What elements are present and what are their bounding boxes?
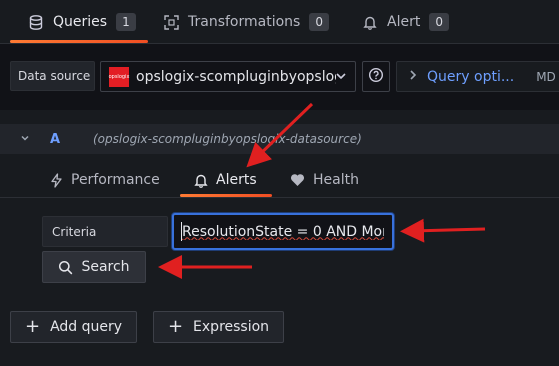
heart-icon — [290, 173, 305, 187]
chevron-down-icon — [335, 69, 347, 87]
tab-alert[interactable]: Alert 0 — [362, 0, 449, 44]
criteria-label: Criteria — [42, 216, 168, 247]
tab-transformations[interactable]: Transformations 0 — [163, 0, 329, 44]
expression-label: Expression — [193, 319, 270, 335]
datasource-selected: opslogix-scompluginbyopslogix-datasource — [136, 68, 336, 85]
active-tab-indicator — [10, 40, 148, 43]
subtab-alerts[interactable]: Alerts — [194, 164, 257, 196]
help-button[interactable] — [362, 61, 390, 92]
query-options-toggle[interactable]: Query opti... MD — [396, 61, 559, 92]
subtab-health-label: Health — [313, 172, 359, 188]
search-button[interactable]: Search — [42, 251, 146, 283]
bell-icon — [194, 173, 208, 188]
subtab-health[interactable]: Health — [290, 164, 359, 196]
query-datasource-name: (opslogix-scompluginbyopslogix-datasourc… — [93, 132, 362, 146]
tab-transformations-count: 0 — [309, 13, 329, 31]
opslogix-logo: opslogix — [109, 66, 129, 87]
plus-icon: + — [167, 316, 184, 337]
subtab-alerts-label: Alerts — [216, 172, 257, 188]
database-icon — [28, 14, 44, 30]
datasource-label: Data source — [10, 61, 95, 91]
chevron-down-icon[interactable] — [20, 132, 32, 147]
tab-queries-count: 1 — [116, 13, 136, 31]
transform-icon — [163, 14, 179, 30]
search-button-label: Search — [81, 259, 130, 275]
question-circle-icon — [368, 67, 384, 87]
bolt-icon — [50, 172, 63, 188]
search-icon — [58, 260, 73, 275]
text-caret — [181, 222, 182, 241]
datasource-picker[interactable]: opslogix opslogix-scompluginbyopslogix-d… — [100, 61, 356, 92]
subtab-divider — [0, 197, 559, 198]
tab-alert-label: Alert — [387, 14, 421, 30]
query-options-md: MD — [536, 69, 556, 84]
subtab-performance-label: Performance — [71, 172, 160, 188]
tab-queries-label: Queries — [53, 14, 108, 30]
plus-icon: + — [24, 316, 41, 337]
add-query-button[interactable]: + Add query — [10, 311, 137, 343]
add-query-label: Add query — [50, 319, 123, 335]
tab-alert-count: 0 — [429, 13, 449, 31]
query-row-header[interactable]: A (opslogix-scompluginbyopslogix-datasou… — [0, 124, 559, 154]
query-ref-id[interactable]: A — [50, 132, 90, 147]
chevron-right-icon — [409, 69, 417, 85]
tab-queries[interactable]: Queries 1 — [28, 0, 136, 44]
query-options-label: Query opti... — [427, 68, 515, 85]
tab-transformations-label: Transformations — [188, 14, 301, 30]
expression-button[interactable]: + Expression — [153, 311, 284, 343]
active-subtab-indicator — [180, 194, 272, 197]
subtab-performance[interactable]: Performance — [50, 164, 160, 196]
bell-icon — [362, 14, 378, 30]
criteria-input[interactable] — [172, 213, 394, 250]
